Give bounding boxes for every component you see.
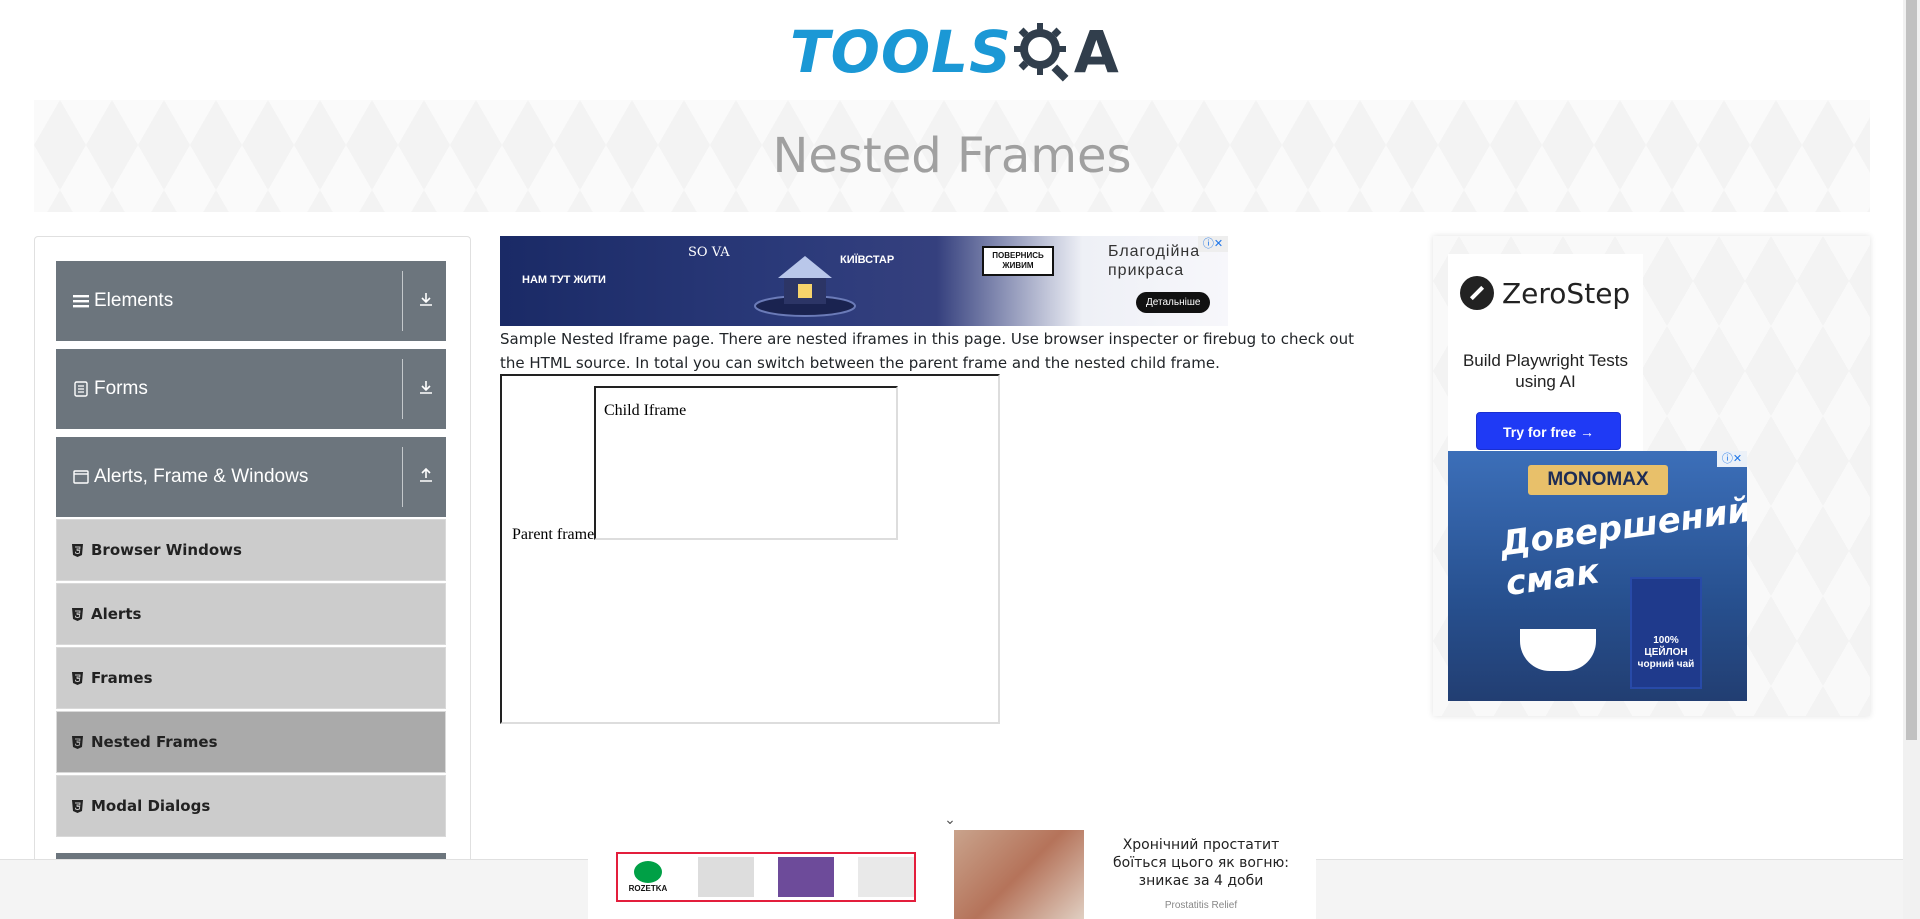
ad-badge-text: ПОВЕРНИСЬ ЖИВИМ xyxy=(982,246,1054,276)
article-thumbnail xyxy=(954,830,1084,919)
gear-magnifier-icon xyxy=(1013,23,1069,82)
download-icon[interactable] xyxy=(416,379,436,399)
ad-kyivstar-text: КИЇВСТАР xyxy=(840,254,895,266)
html5-icon xyxy=(71,671,83,685)
sidebar-item-label: Browser Windows xyxy=(91,541,242,559)
child-frame-label: Child Iframe xyxy=(604,402,687,419)
parent-frame-label: Parent frame xyxy=(512,526,595,543)
group-divider xyxy=(402,271,403,331)
sidebar-item-label: Modal Dialogs xyxy=(91,797,211,815)
rozetka-name: ROZETKA xyxy=(628,884,668,893)
sidebar-group-label: Alerts, Frame & Windows xyxy=(94,466,309,487)
ad-info-close-icon[interactable]: ⓘ✕ xyxy=(1198,236,1228,252)
hamburger-icon xyxy=(72,292,90,310)
ad-cta-button[interactable]: Детальніше xyxy=(1136,292,1211,313)
monomax-ad[interactable]: MONOMAX Довершений смак 100% ЦЕЙЛОН чорн… xyxy=(1448,451,1747,701)
html5-icon xyxy=(71,543,83,557)
product-monitor-image xyxy=(698,857,754,897)
sidebar-group-label: Elements xyxy=(94,290,174,311)
upload-icon[interactable] xyxy=(416,467,436,487)
download-icon[interactable] xyxy=(416,291,436,311)
article-headline[interactable]: Хронічний простатит боїться цього як вог… xyxy=(1096,836,1306,890)
sidebar-group-elements[interactable]: Elements xyxy=(56,261,446,341)
sidebar-item-label: Frames xyxy=(91,669,153,687)
sidebar-item-frames[interactable]: Frames xyxy=(56,647,446,709)
html5-icon xyxy=(71,607,83,621)
zerostep-tagline: Build Playwright Tests using AI xyxy=(1462,351,1629,391)
zerostep-try-button[interactable]: Try for free → xyxy=(1476,412,1621,450)
logo-a-text: A xyxy=(1073,18,1119,86)
logo-tools-text: TOOLS xyxy=(790,18,1012,86)
group-divider xyxy=(402,359,403,419)
sidebar-group-alerts-frame-windows[interactable]: Alerts, Frame & Windows xyxy=(56,437,446,517)
toolsqa-logo[interactable]: TOOLS A xyxy=(790,14,1119,90)
sidebar-item-alerts[interactable]: Alerts xyxy=(56,583,446,645)
parent-iframe[interactable]: Parent frame Child Iframe xyxy=(500,374,1000,724)
top-banner-ad[interactable]: НАМ ТУТ ЖИТИ SO VA КИЇВСТАР ПОВЕРНИСЬ ЖИ… xyxy=(500,236,1228,326)
tea-cup-image xyxy=(1520,629,1596,671)
left-sidebar: Elements Forms Alerts, Frame & Windows B… xyxy=(34,236,471,919)
zerostep-brand: ZeroStep xyxy=(1460,276,1630,310)
html5-icon xyxy=(71,735,83,749)
page-banner: Nested Frames xyxy=(34,100,1870,212)
article-source: Prostatitis Relief xyxy=(1164,900,1238,911)
logo-qa: A xyxy=(1012,18,1119,86)
product-game-image xyxy=(778,857,834,897)
html5-icon xyxy=(71,799,83,813)
rozetka-logo: ROZETKA xyxy=(622,857,674,897)
product-scale-image xyxy=(858,857,914,897)
rozetka-ad[interactable]: ROZETKA xyxy=(616,852,916,902)
sidebar-item-label: Nested Frames xyxy=(91,733,218,751)
page-description: Sample Nested Iframe page. There are nes… xyxy=(500,330,1354,372)
scrollbar-thumb[interactable] xyxy=(1906,0,1917,740)
group-divider xyxy=(402,447,403,507)
sidebar-item-label: Alerts xyxy=(91,605,142,623)
sidebar-item-modal-dialogs[interactable]: Modal Dialogs xyxy=(56,775,446,837)
sidebar-group-label: Forms xyxy=(94,378,148,399)
document-icon xyxy=(72,380,90,398)
zerostep-name: ZeroStep xyxy=(1502,276,1631,310)
zerostep-logo-icon xyxy=(1460,276,1494,310)
sidebar-item-nested-frames[interactable]: Nested Frames xyxy=(56,711,446,773)
page-scrollbar[interactable] xyxy=(1903,0,1920,919)
monomax-box-text: 100% ЦЕЙЛОН чорний чай xyxy=(1630,577,1702,689)
ad-info-close-icon[interactable]: ⓘ✕ xyxy=(1717,451,1747,467)
page-title: Nested Frames xyxy=(772,128,1132,184)
zerostep-ad[interactable]: ZeroStep Build Playwright Tests using AI… xyxy=(1448,254,1643,454)
bottom-sticky-ad[interactable]: ROZETKA Хронічний простатит боїться цьог… xyxy=(588,830,1316,919)
right-ad-column: ZeroStep Build Playwright Tests using AI… xyxy=(1433,236,1870,716)
monomax-headline: Довершений смак xyxy=(1497,489,1747,605)
child-iframe[interactable]: Child Iframe xyxy=(594,386,898,540)
chevron-down-icon[interactable]: ⌄ xyxy=(940,812,960,826)
sidebar-item-browser-windows[interactable]: Browser Windows xyxy=(56,519,446,581)
ad-sova-text: SO VA xyxy=(688,245,730,260)
monomax-brand: MONOMAX xyxy=(1528,465,1668,495)
rozetka-smile-icon xyxy=(634,861,662,883)
header: TOOLS A xyxy=(0,0,1900,100)
window-icon xyxy=(72,468,90,486)
ad-left-text: НАМ ТУТ ЖИТИ xyxy=(522,274,606,286)
sidebar-group-forms[interactable]: Forms xyxy=(56,349,446,429)
